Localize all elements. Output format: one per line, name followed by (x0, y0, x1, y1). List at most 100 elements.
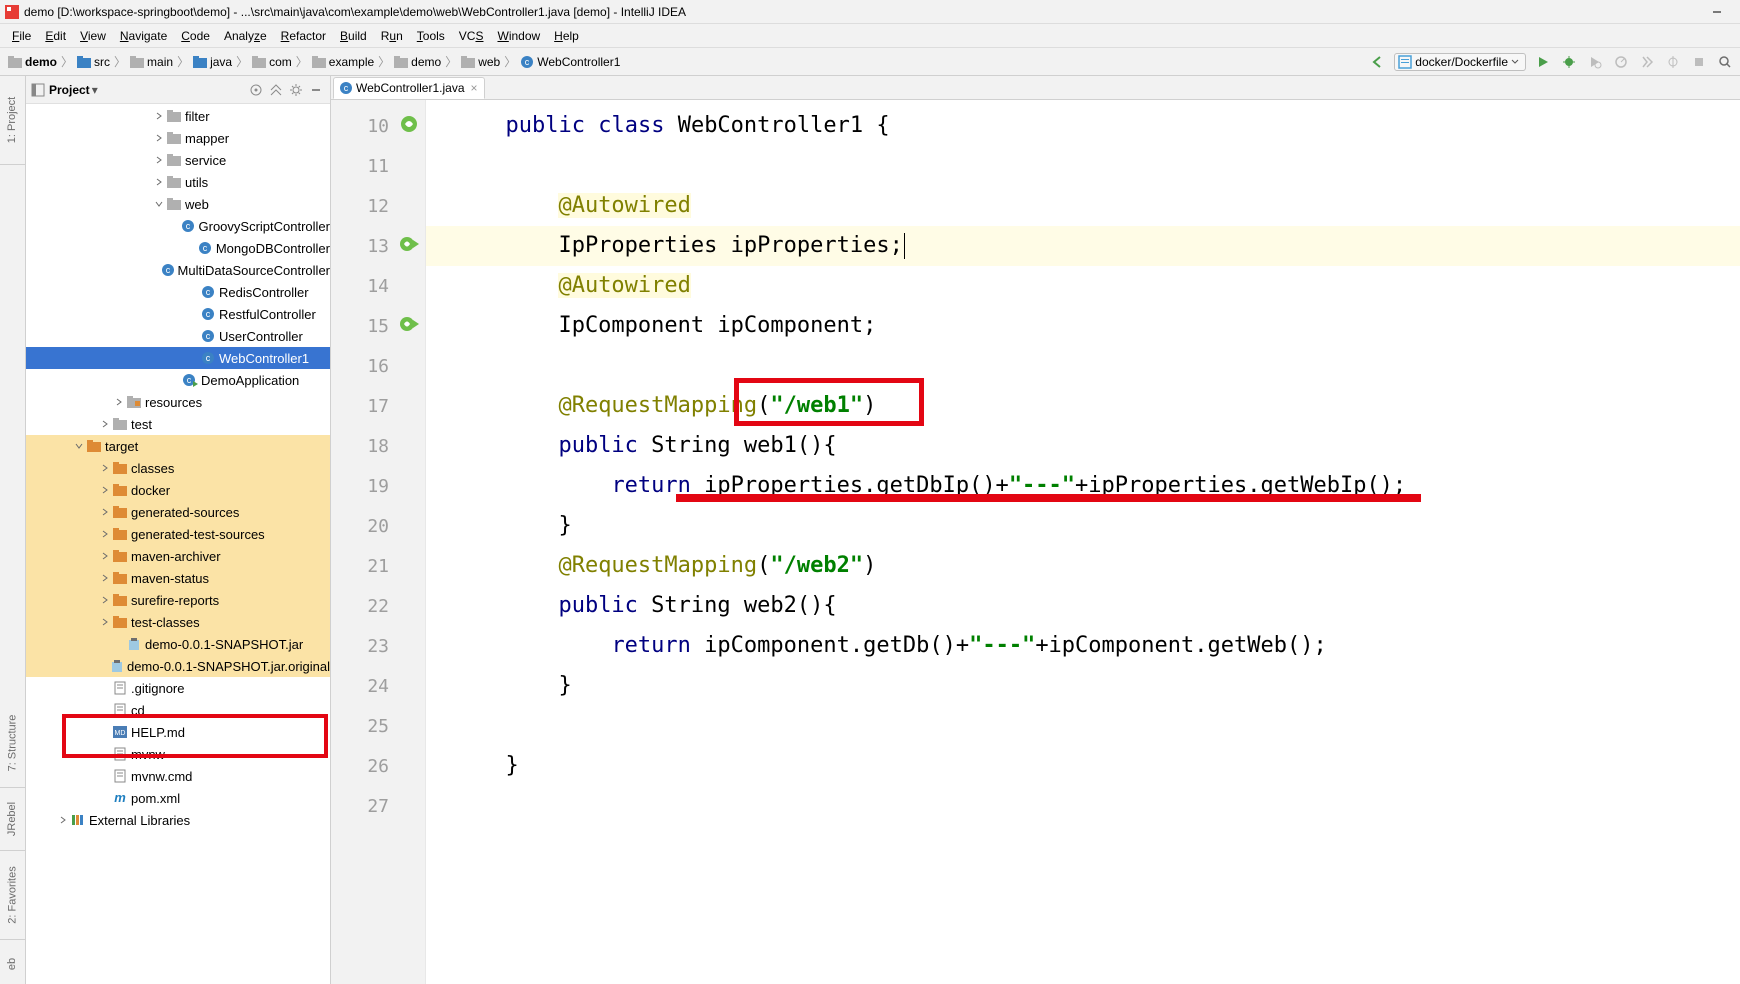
breadcrumb-current[interactable]: cWebController1 (518, 55, 622, 69)
close-tab-icon[interactable]: × (471, 81, 478, 95)
tree-item[interactable]: utils (26, 171, 330, 193)
collapse-all-icon[interactable] (267, 81, 285, 99)
coverage-button[interactable] (1586, 53, 1604, 71)
menu-code[interactable]: Code (175, 27, 216, 45)
tool-tab-structure[interactable]: 7: Structure (0, 703, 25, 783)
svg-text:c: c (206, 287, 211, 297)
menu-help[interactable]: Help (548, 27, 585, 45)
tree-item[interactable]: test (26, 413, 330, 435)
folder-icon (8, 55, 22, 69)
tool-tab-web[interactable]: eb (0, 944, 25, 984)
menu-tools[interactable]: Tools (411, 27, 451, 45)
tree-item[interactable]: test-classes (26, 611, 330, 633)
menu-window[interactable]: Window (491, 27, 546, 45)
class-icon: c (340, 82, 352, 94)
svg-text:c: c (525, 57, 530, 67)
editor-tabs: c WebController1.java × (331, 76, 1740, 100)
breadcrumb-root[interactable]: demo (6, 55, 59, 69)
line-gutter: 101112131415161718192021222324252627 (331, 100, 426, 984)
tree-item[interactable]: demo-0.0.1-SNAPSHOT.jar (26, 633, 330, 655)
menu-refactor[interactable]: Refactor (275, 27, 332, 45)
tree-item[interactable]: cUserController (26, 325, 330, 347)
code-content[interactable]: public class WebController1 { @Autowired… (426, 100, 1740, 984)
project-tree[interactable]: filtermapperserviceutilswebcGroovyScript… (26, 104, 330, 984)
hide-panel-icon[interactable] (307, 81, 325, 99)
menu-build[interactable]: Build (334, 27, 373, 45)
editor-tab-current[interactable]: c WebController1.java × (333, 77, 485, 99)
project-view-dropdown[interactable]: ▾ (92, 83, 98, 97)
tree-item[interactable]: service (26, 149, 330, 171)
scroll-from-source-icon[interactable] (247, 81, 265, 99)
jrebel-debug-button[interactable] (1664, 53, 1682, 71)
tree-item[interactable]: cMultiDataSourceController (26, 259, 330, 281)
tree-item[interactable]: cRestfulController (26, 303, 330, 325)
tree-item[interactable]: surefire-reports (26, 589, 330, 611)
tree-item[interactable]: classes (26, 457, 330, 479)
window-title: demo [D:\workspace-springboot\demo] - ..… (24, 5, 686, 19)
tree-item[interactable]: cMongoDBController (26, 237, 330, 259)
menu-run[interactable]: Run (375, 27, 409, 45)
breadcrumb-src[interactable]: src (75, 55, 112, 69)
editor-area: c WebController1.java × 1011121314151617… (331, 76, 1740, 984)
back-arrow-icon[interactable] (1368, 53, 1386, 71)
tree-item[interactable]: mapper (26, 127, 330, 149)
left-tool-gutter: 1: Project 7: Structure JRebel 2: Favori… (0, 76, 26, 984)
svg-text:c: c (206, 353, 211, 363)
tree-item[interactable]: cGroovyScriptController (26, 215, 330, 237)
tree-item[interactable]: maven-archiver (26, 545, 330, 567)
search-button[interactable] (1716, 53, 1734, 71)
breadcrumb-java[interactable]: java (191, 55, 234, 69)
jrebel-run-button[interactable] (1638, 53, 1656, 71)
tree-item[interactable]: generated-sources (26, 501, 330, 523)
run-config-select[interactable]: docker/Dockerfile (1394, 53, 1526, 71)
chevron-down-icon (1511, 58, 1519, 66)
project-view-icon (30, 82, 46, 98)
tree-item[interactable]: mvnw (26, 743, 330, 765)
minimize-button[interactable] (1694, 0, 1740, 24)
menu-file[interactable]: File (6, 27, 37, 45)
tree-item[interactable]: mpom.xml (26, 787, 330, 809)
tree-item[interactable]: cd (26, 699, 330, 721)
tree-item-extlib[interactable]: External Libraries (26, 809, 330, 831)
breadcrumb-example[interactable]: example (310, 55, 376, 69)
stop-button[interactable] (1690, 53, 1708, 71)
svg-text:c: c (344, 83, 349, 93)
tree-item[interactable]: MDHELP.md (26, 721, 330, 743)
tree-item[interactable]: maven-status (26, 567, 330, 589)
tool-tab-favorites[interactable]: 2: Favorites (0, 855, 25, 935)
breadcrumb-demo[interactable]: demo (392, 55, 443, 69)
debug-button[interactable] (1560, 53, 1578, 71)
tree-item[interactable]: generated-test-sources (26, 523, 330, 545)
tree-item[interactable]: docker (26, 479, 330, 501)
tool-tab-jrebel[interactable]: JRebel (0, 792, 25, 846)
tree-item[interactable]: cRedisController (26, 281, 330, 303)
breadcrumb-com[interactable]: com (250, 55, 294, 69)
tree-item[interactable]: cWebController1 (26, 347, 330, 369)
profile-button[interactable] (1612, 53, 1630, 71)
menu-navigate[interactable]: Navigate (114, 27, 173, 45)
tree-item[interactable]: .gitignore (26, 677, 330, 699)
titlebar: demo [D:\workspace-springboot\demo] - ..… (0, 0, 1740, 24)
breadcrumb-web[interactable]: web (459, 55, 502, 69)
run-button[interactable] (1534, 53, 1552, 71)
svg-text:c: c (206, 309, 211, 319)
menu-vcs[interactable]: VCS (453, 27, 490, 45)
breadcrumb-main[interactable]: main (128, 55, 175, 69)
tool-tab-project[interactable]: 1: Project (0, 80, 25, 160)
tree-item[interactable]: web (26, 193, 330, 215)
code-editor[interactable]: 101112131415161718192021222324252627 pub… (331, 100, 1740, 984)
svg-text:c: c (165, 265, 170, 275)
tree-item[interactable]: resources (26, 391, 330, 413)
svg-text:c: c (206, 331, 211, 341)
tree-item[interactable]: demo-0.0.1-SNAPSHOT.jar.original (26, 655, 330, 677)
svg-text:m: m (114, 791, 126, 805)
menu-view[interactable]: View (74, 27, 112, 45)
menu-edit[interactable]: Edit (39, 27, 72, 45)
menu-analyze[interactable]: Analyze (218, 27, 273, 45)
tree-item[interactable]: cDemoApplication (26, 369, 330, 391)
svg-text:c: c (203, 243, 208, 253)
gear-icon[interactable] (287, 81, 305, 99)
tree-item[interactable]: target (26, 435, 330, 457)
tree-item[interactable]: filter (26, 105, 330, 127)
tree-item[interactable]: mvnw.cmd (26, 765, 330, 787)
